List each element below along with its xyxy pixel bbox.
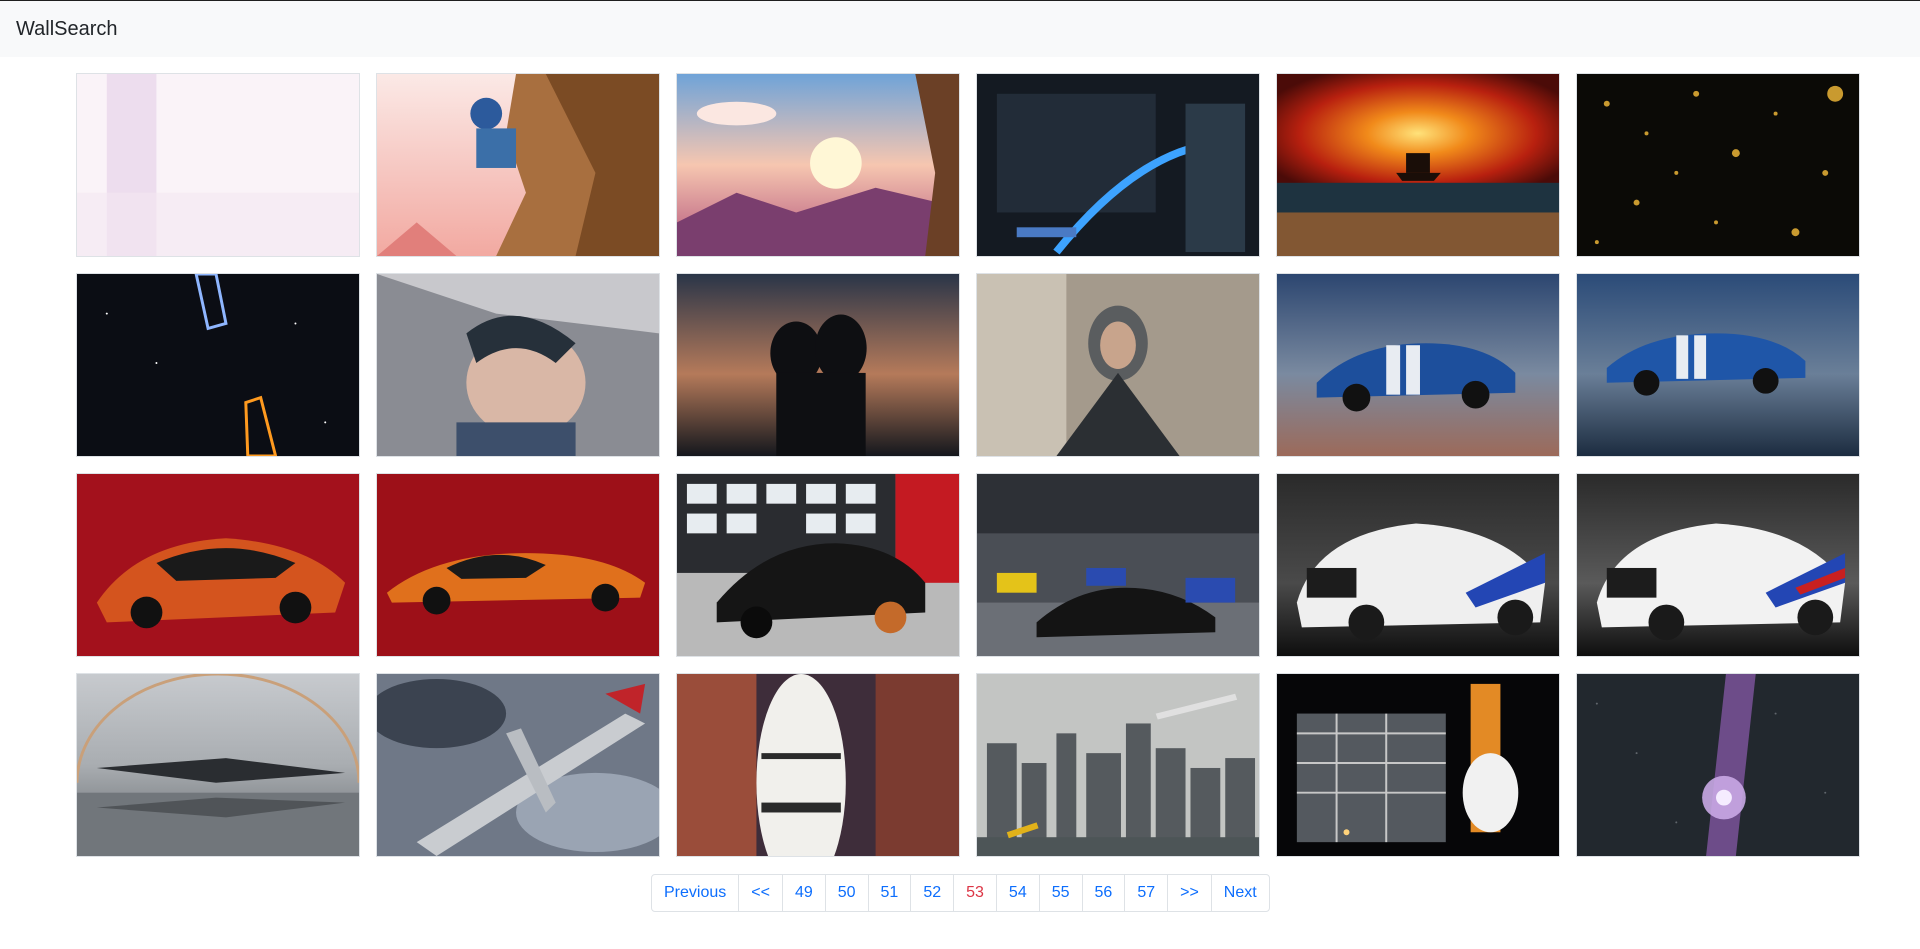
brand-link[interactable]: WallSearch	[16, 18, 118, 41]
wallpaper-thumbnail[interactable]	[676, 673, 960, 857]
pagination: Previous << 49 50 51 52 53 54 55 56 57 >…	[651, 874, 1270, 912]
page-item: 53	[953, 874, 997, 912]
wallpaper-thumbnail[interactable]	[976, 273, 1260, 457]
wallpaper-thumbnail[interactable]	[76, 73, 360, 257]
first-pages-button[interactable]: <<	[738, 874, 783, 912]
wallpaper-thumbnail[interactable]	[1276, 473, 1560, 657]
wallpaper-thumbnail[interactable]	[76, 673, 360, 857]
page-item: Next	[1210, 874, 1270, 912]
previous-page-button[interactable]: Previous	[651, 874, 740, 912]
page-item: 57	[1124, 874, 1169, 912]
wallpaper-thumbnail[interactable]	[1576, 273, 1860, 457]
page-item: 56	[1081, 874, 1126, 912]
wallpaper-thumbnail[interactable]	[676, 273, 960, 457]
page-item: 49	[781, 874, 826, 912]
next-page-button[interactable]: Next	[1210, 874, 1270, 912]
page-link-50[interactable]: 50	[824, 874, 869, 912]
wallpaper-thumbnail[interactable]	[376, 473, 660, 657]
wallpaper-thumbnail[interactable]	[976, 673, 1260, 857]
page-link-49[interactable]: 49	[781, 874, 826, 912]
page-item: 55	[1038, 874, 1083, 912]
wallpaper-thumbnail[interactable]	[676, 473, 960, 657]
page-link-55[interactable]: 55	[1038, 874, 1083, 912]
wallpaper-thumbnail[interactable]	[976, 73, 1260, 257]
wallpaper-thumbnail[interactable]	[376, 73, 660, 257]
page-item: 52	[910, 874, 955, 912]
wallpaper-thumbnail[interactable]	[1576, 473, 1860, 657]
page-link-56[interactable]: 56	[1081, 874, 1126, 912]
wallpaper-thumbnail[interactable]	[1276, 73, 1560, 257]
page-link-52[interactable]: 52	[910, 874, 955, 912]
page-link-51[interactable]: 51	[867, 874, 912, 912]
page-item: 51	[867, 874, 912, 912]
last-pages-button[interactable]: >>	[1167, 874, 1212, 912]
wallpaper-thumbnail[interactable]	[376, 673, 660, 857]
wallpaper-grid	[76, 73, 1860, 857]
page-link-57[interactable]: 57	[1124, 874, 1169, 912]
wallpaper-thumbnail[interactable]	[376, 273, 660, 457]
page-item: 54	[995, 874, 1040, 912]
navbar: WallSearch	[0, 1, 1920, 57]
page-item: Previous	[651, 874, 740, 912]
wallpaper-thumbnail[interactable]	[1576, 673, 1860, 857]
page-item: <<	[738, 874, 783, 912]
wallpaper-thumbnail[interactable]	[1276, 273, 1560, 457]
current-page-link[interactable]: 53	[953, 874, 997, 912]
wallpaper-thumbnail[interactable]	[76, 473, 360, 657]
page-item: 50	[824, 874, 869, 912]
wallpaper-thumbnail[interactable]	[1276, 673, 1560, 857]
wallpaper-thumbnail[interactable]	[676, 73, 960, 257]
wallpaper-thumbnail[interactable]	[1576, 73, 1860, 257]
page-item: >>	[1167, 874, 1212, 912]
wallpaper-thumbnail[interactable]	[76, 273, 360, 457]
page-link-54[interactable]: 54	[995, 874, 1040, 912]
wallpaper-thumbnail[interactable]	[976, 473, 1260, 657]
